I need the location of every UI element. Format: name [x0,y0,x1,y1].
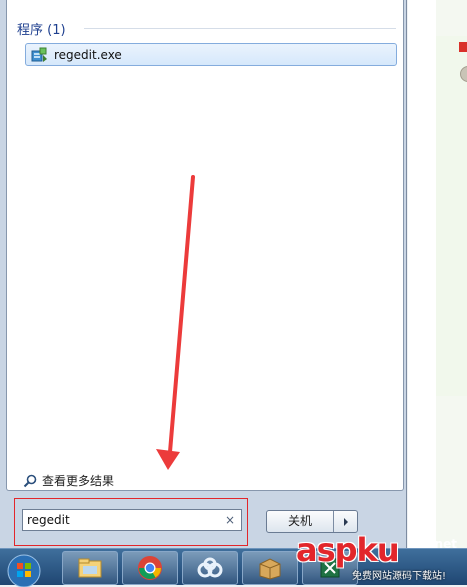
search-icon [23,474,37,487]
background-window-panel [436,36,467,396]
clear-search-icon[interactable]: × [223,513,237,527]
search-input[interactable] [23,511,223,529]
chevron-right-icon [343,517,348,526]
start-orb-icon[interactable] [4,551,44,587]
section-divider [84,28,396,29]
see-more-results-label: 查看更多结果 [42,474,115,488]
start-menu: 程序 (1) regedit.exe 查看更多结果 × 关机 [0,0,407,548]
watermark-suffix: .net [430,537,457,551]
background-window-red-mark [459,42,467,52]
watermark: aspku .net 免费网站源码下载站! [296,531,467,584]
watermark-logo: aspku [296,531,400,569]
taskbar-package-app[interactable] [242,551,298,585]
programs-section-header[interactable]: 程序 (1) [17,19,66,38]
watermark-subtitle: 免费网站源码下载站! [352,571,447,582]
see-more-results-link[interactable]: 查看更多结果 [23,472,114,489]
background-window-blank-area [408,0,436,548]
shutdown-options-button[interactable] [334,511,357,532]
start-search-box[interactable]: × [22,509,242,531]
taskbar-chrome[interactable] [122,551,178,585]
shutdown-button-group: 关机 [266,510,358,533]
result-item-label: regedit.exe [54,47,122,62]
taskbar-cloud-app[interactable] [182,551,238,585]
chrome-icon [138,556,162,580]
result-item-regedit[interactable]: regedit.exe [25,43,397,66]
taskbar-file-explorer[interactable] [62,551,118,585]
programs-header-label: 程序 (1) [17,23,66,38]
background-window [408,0,467,548]
search-results-pane: 程序 (1) regedit.exe 查看更多结果 [6,0,404,491]
cloud-icon [197,557,223,578]
file-explorer-icon [78,558,102,578]
shutdown-button[interactable]: 关机 [267,511,334,532]
regedit-icon [31,47,47,62]
package-icon [259,558,281,580]
